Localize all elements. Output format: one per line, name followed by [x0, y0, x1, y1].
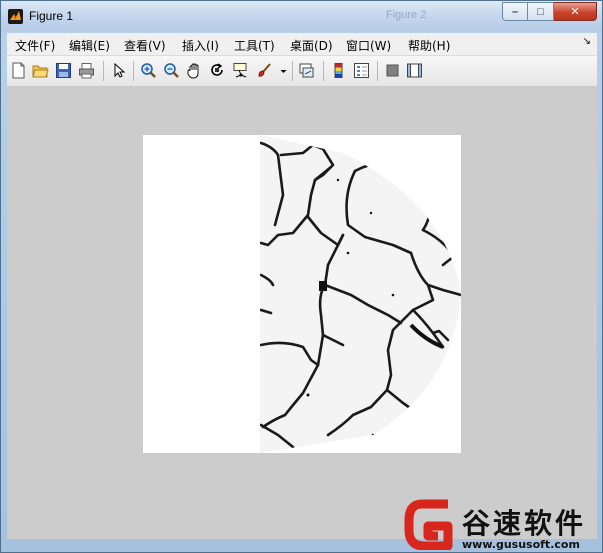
hide-plot-tools-button[interactable] — [384, 62, 401, 79]
pan-button[interactable] — [186, 62, 203, 79]
zoom-out-icon — [164, 63, 179, 78]
watermark-url: www.gususoft.com — [462, 538, 580, 551]
toolbar-separator — [133, 61, 134, 81]
toolbar-separator — [377, 61, 378, 81]
arrow-cursor-icon — [114, 62, 126, 78]
edit-plot-button[interactable] — [110, 62, 127, 79]
zoom-in-button[interactable] — [140, 62, 157, 79]
menu-bar: 文件(F) 编辑(E) 查看(V) 插入(I) 工具(T) 桌面(D) 窗口(W… — [7, 33, 597, 56]
brush-menu-button[interactable] — [275, 62, 287, 79]
save-button[interactable] — [55, 62, 72, 79]
hand-icon — [187, 63, 199, 79]
minimize-icon: – — [511, 5, 519, 18]
brush-button[interactable] — [256, 62, 273, 79]
save-icon — [56, 63, 71, 78]
menu-window[interactable]: 窗口(W) — [346, 37, 391, 54]
figure-window: Figure 1 Figure 2 – □ ✕ 文件(F) 编辑(E) 查看(V… — [0, 0, 603, 553]
maximize-button[interactable]: □ — [528, 2, 554, 21]
toolbar-separator — [103, 61, 104, 81]
colorbar-icon — [334, 63, 343, 78]
print-icon — [79, 63, 94, 79]
insert-colorbar-button[interactable] — [330, 62, 347, 79]
hide-plot-tools-icon — [386, 64, 399, 77]
menu-insert[interactable]: 插入(I) — [182, 37, 219, 54]
zoom-out-button[interactable] — [163, 62, 180, 79]
close-icon: ✕ — [570, 6, 580, 18]
legend-icon — [354, 63, 369, 78]
figure-toolbar — [7, 56, 597, 87]
maximize-icon: □ — [537, 5, 544, 18]
chevron-down-icon — [280, 70, 287, 73]
print-button[interactable] — [78, 62, 95, 79]
new-figure-button[interactable] — [10, 62, 27, 79]
show-plot-tools-icon — [407, 63, 422, 78]
menu-view[interactable]: 查看(V) — [124, 37, 166, 54]
window-controls: – □ ✕ — [502, 2, 597, 22]
menu-overflow-icon[interactable]: ↘ — [583, 36, 591, 47]
toolbar-separator — [292, 61, 293, 81]
minimize-button[interactable]: – — [502, 2, 528, 21]
menu-help[interactable]: 帮助(H) — [408, 37, 450, 54]
show-plot-tools-button[interactable] — [406, 62, 423, 79]
close-button[interactable]: ✕ — [554, 2, 597, 21]
figure-canvas[interactable] — [7, 87, 597, 539]
watermark-brand: 谷速软件 — [462, 507, 587, 540]
link-plot-button[interactable] — [298, 62, 315, 79]
title-bar[interactable]: Figure 1 Figure 2 – □ ✕ — [1, 1, 602, 31]
image-axes[interactable] — [143, 135, 461, 453]
zoom-in-icon — [141, 63, 156, 78]
rotate-icon — [211, 63, 223, 76]
menu-file[interactable]: 文件(F) — [15, 37, 55, 54]
data-cursor-button[interactable] — [232, 62, 249, 79]
window-title: Figure 1 — [29, 9, 74, 23]
menu-desktop[interactable]: 桌面(D) — [290, 37, 333, 54]
background-window-title: Figure 2 — [386, 9, 427, 21]
link-plot-icon — [299, 63, 314, 78]
matlab-icon — [8, 9, 23, 24]
gususoft-logo-icon — [404, 499, 453, 550]
folder-icon — [32, 65, 49, 78]
microstructure-image — [260, 135, 461, 453]
insert-legend-button[interactable] — [353, 62, 370, 79]
rotate-3d-button[interactable] — [209, 62, 226, 79]
toolbar-separator — [323, 61, 324, 81]
open-file-button[interactable] — [32, 62, 49, 79]
menu-edit[interactable]: 编辑(E) — [69, 37, 110, 54]
watermark: 谷速软件 www.gususoft.com — [400, 494, 603, 553]
data-cursor-icon — [233, 63, 247, 78]
brush-icon — [258, 63, 271, 77]
menu-tools[interactable]: 工具(T) — [234, 37, 275, 54]
new-file-icon — [12, 62, 25, 79]
